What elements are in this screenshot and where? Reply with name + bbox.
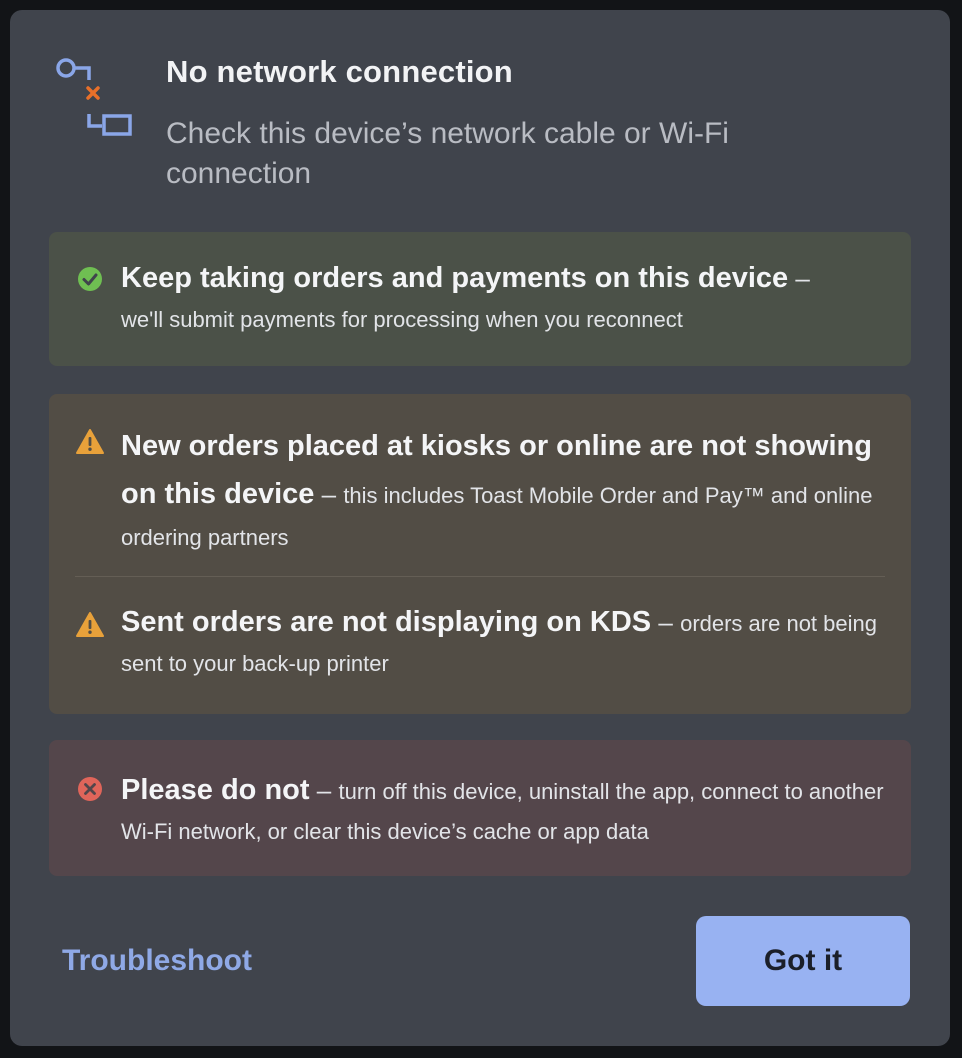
warning-kds-dash: – (651, 607, 681, 637)
warning-message-orders-text: New orders placed at kiosks or online ar… (121, 422, 891, 558)
success-dash: – (788, 263, 810, 293)
dialog-header: No network connection Check this device’… (10, 10, 950, 210)
dialog-footer: Troubleshoot Got it (10, 910, 950, 1020)
success-heading: Keep taking orders and payments on this … (121, 262, 789, 294)
warning-orders-dash: – (314, 479, 344, 509)
error-circle-icon (78, 777, 102, 801)
success-message-card: Keep taking orders and payments on this … (49, 232, 911, 366)
dialog-subtitle: Check this device’s network cable or Wi-… (166, 117, 729, 190)
got-it-button[interactable]: Got it (696, 916, 910, 1006)
error-heading: Please do not (121, 774, 310, 806)
network-error-dialog: No network connection Check this device’… (10, 10, 950, 1046)
warning-kds-heading: Sent orders are not displaying on KDS (121, 606, 652, 638)
check-circle-icon (78, 267, 102, 291)
success-message-text: Keep taking orders and payments on this … (121, 258, 891, 340)
error-message-text: Please do not – turn off this device, un… (121, 770, 891, 852)
success-body: we'll submit payments for processing whe… (121, 307, 683, 332)
troubleshoot-link[interactable]: Troubleshoot (62, 944, 252, 978)
warning-message-card: New orders placed at kiosks or online ar… (49, 394, 911, 714)
error-dash: – (309, 775, 339, 805)
warning-message-kds-text: Sent orders are not displaying on KDS – … (121, 602, 891, 684)
warning-triangle-icon (76, 429, 104, 454)
network-disconnected-icon (56, 58, 132, 136)
warning-triangle-icon (76, 612, 104, 637)
warning-divider (75, 576, 885, 577)
dialog-title: No network connection (166, 54, 513, 89)
error-message-card: Please do not – turn off this device, un… (49, 740, 911, 876)
